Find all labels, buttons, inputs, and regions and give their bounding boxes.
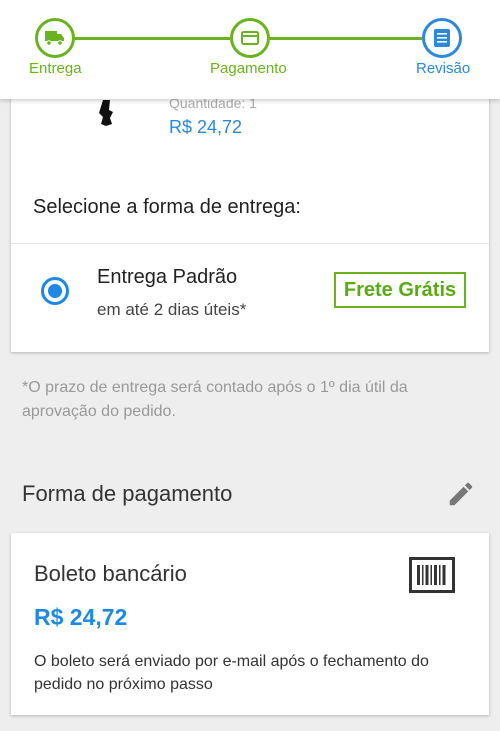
- payment-section-title: Forma de pagamento: [22, 481, 233, 506]
- payment-note: O boleto será enviado por e-mail após o …: [34, 653, 429, 693]
- step-pagamento[interactable]: [230, 18, 270, 58]
- radio-selected-dot: [48, 284, 62, 298]
- item-price: R$ 24,72: [169, 117, 243, 137]
- edit-pencil-icon[interactable]: [446, 479, 476, 509]
- step-label-pagamento: Pagamento: [210, 60, 287, 77]
- truck-icon: [45, 31, 64, 46]
- barcode-icon: [409, 557, 455, 593]
- divider: [11, 243, 489, 244]
- payment-method-name: Boleto bancário: [34, 561, 187, 586]
- step-connector: [74, 37, 230, 40]
- delivery-footnote: *O prazo de entrega será contado após o …: [22, 379, 408, 420]
- payment-card: Boleto bancário R$ 24,72 O boleto será e…: [11, 533, 489, 715]
- step-entrega[interactable]: [35, 18, 75, 58]
- step-label-revisao: Revisão: [416, 60, 471, 77]
- delivery-heading: Selecione a forma de entrega:: [33, 196, 301, 218]
- step-connector: [270, 37, 422, 40]
- free-shipping-badge: Frete Grátis: [334, 272, 466, 308]
- list-icon: [434, 29, 450, 47]
- delivery-option-name[interactable]: Entrega Padrão: [97, 266, 237, 289]
- step-label-entrega: Entrega: [29, 60, 82, 77]
- delivery-card: Quantidade: 1 R$ 24,72 Selecione a forma…: [11, 60, 489, 352]
- card-icon: [241, 31, 259, 45]
- delivery-option-time: em até 2 dias úteis*: [97, 300, 247, 319]
- payment-amount: R$ 24,72: [34, 604, 128, 630]
- step-revisao[interactable]: [422, 18, 462, 58]
- delivery-option-radio[interactable]: [41, 277, 69, 305]
- product-thumbnail: [99, 100, 113, 126]
- checkout-stepper: Entrega Pagamento Revisão: [0, 0, 500, 99]
